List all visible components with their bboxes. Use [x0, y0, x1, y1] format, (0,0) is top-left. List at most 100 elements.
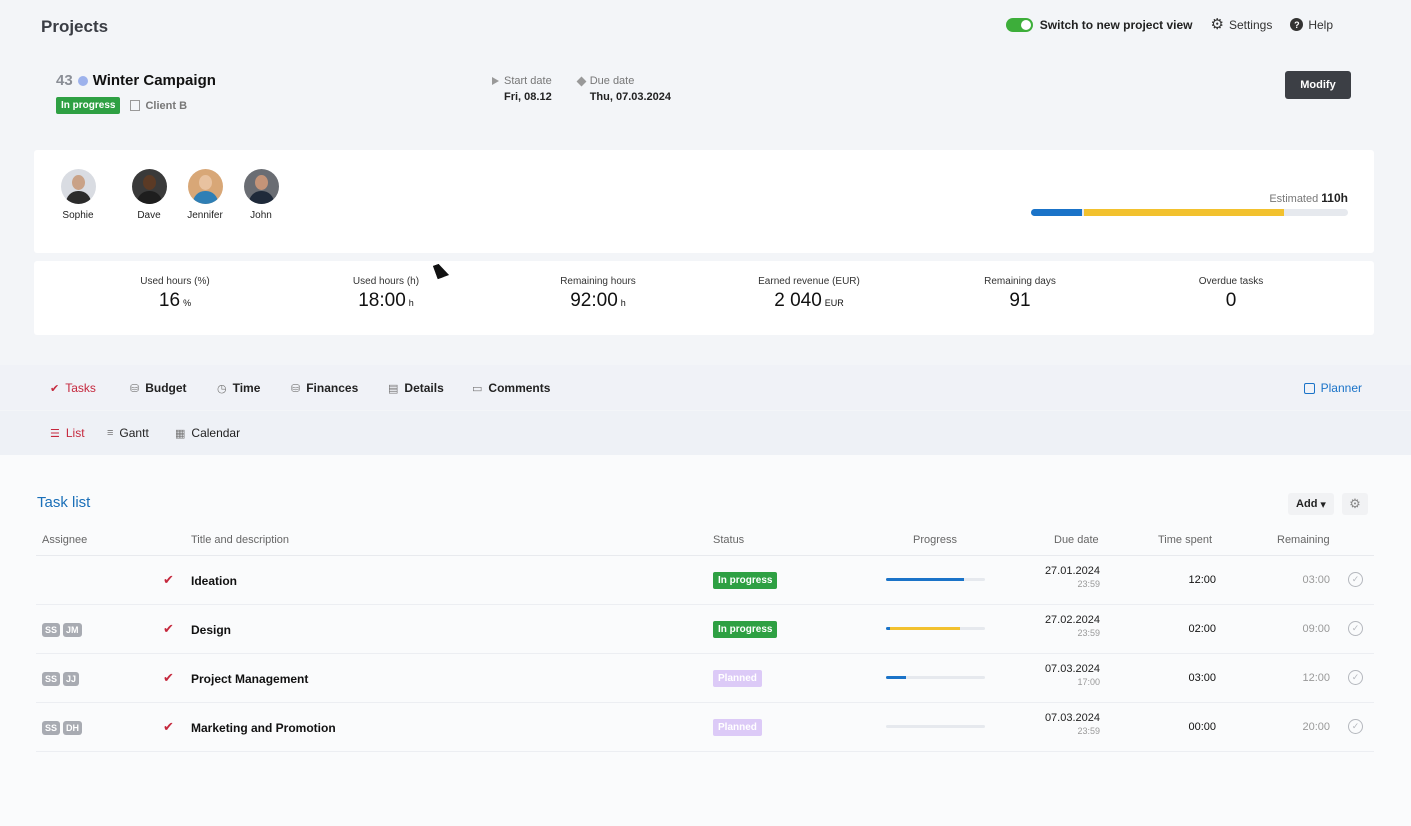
column-header-due-date[interactable]: Due date	[1054, 534, 1099, 546]
task-title[interactable]: Project Management	[191, 672, 308, 686]
task-title[interactable]: Ideation	[191, 574, 237, 588]
tab-label: Comments	[488, 381, 551, 395]
tab-time[interactable]: ◷ Time	[217, 381, 260, 395]
estimated-label: Estimated	[1269, 193, 1319, 205]
stat-value: 92:00	[570, 290, 618, 311]
check-icon: ✔	[163, 719, 174, 734]
member-name: John	[250, 210, 272, 221]
add-button[interactable]: Add ▾	[1288, 493, 1334, 515]
task-title[interactable]: Design	[191, 623, 231, 637]
estimated-planned-segment	[1084, 209, 1284, 216]
check-icon: ✔	[163, 670, 174, 685]
caret-down-icon: ▾	[1320, 498, 1326, 511]
column-header-title[interactable]: Title and description	[191, 534, 289, 546]
tab-label: Tasks	[65, 381, 96, 395]
due-date: 27.02.2024	[1044, 614, 1100, 626]
team-member[interactable]: John	[235, 169, 287, 221]
subtab-gantt[interactable]: ≡ Gantt	[107, 426, 149, 440]
avatar	[60, 169, 96, 204]
calendar-icon: ▦	[175, 427, 186, 440]
start-date: Start date Fri, 08.12	[492, 75, 552, 103]
due-time: 17:00	[1077, 677, 1100, 687]
play-icon	[492, 77, 499, 85]
help-icon: ?	[1290, 18, 1304, 31]
table-row[interactable]: SS DH ✔ Marketing and Promotion Planned 07.03…	[36, 703, 1374, 752]
help-label: Help	[1308, 17, 1333, 32]
complete-task-icon[interactable]: ✓	[1348, 670, 1363, 685]
table-row[interactable]: SS JM ✔ Design In progress 27.02.2024 23:59 02:…	[36, 605, 1374, 654]
assignee-list[interactable]: SS JM	[42, 623, 82, 637]
project-dates: Start date Fri, 08.12 Due date Thu, 07.0…	[492, 75, 671, 103]
status-badge[interactable]: Planned	[713, 719, 762, 736]
tab-budget[interactable]: ⛁ Budget	[130, 381, 187, 395]
progress-bar	[886, 627, 985, 630]
team-panel: Sophie Dave Jennifer John Estimated 110h	[34, 150, 1374, 253]
stats-panel: Used hours (%) 16% Used hours (h) 18:00 h…	[34, 261, 1374, 335]
progress-used-segment	[886, 676, 906, 679]
table-row[interactable]: SS JJ ✔ Project Management Planned 07.03.2024…	[36, 654, 1374, 703]
help-link[interactable]: ? Help	[1290, 18, 1333, 32]
complete-task-icon[interactable]: ✓	[1348, 719, 1363, 734]
estimated-value: 110h	[1321, 191, 1348, 205]
progress-used-segment	[886, 578, 964, 581]
status-badge[interactable]: In progress	[713, 572, 778, 589]
toggle-switch-icon[interactable]	[1005, 17, 1033, 32]
team-member[interactable]: Jennifer	[179, 169, 231, 221]
task-title[interactable]: Marketing and Promotion	[191, 721, 336, 735]
stat-remaining-hours: Remaining hours 92:00 h	[508, 276, 688, 312]
building-icon	[130, 100, 141, 111]
planner-link[interactable]: Planner	[1303, 381, 1362, 395]
stat-earned-revenue: Earned revenue (EUR) 2 040 EUR	[719, 276, 899, 312]
comment-icon: ▭	[472, 382, 483, 395]
team-member[interactable]: Dave	[123, 169, 175, 221]
tab-details[interactable]: ▤ Details	[388, 381, 444, 395]
gear-icon: ⚙	[1349, 496, 1361, 511]
member-name: Sophie	[62, 210, 94, 221]
gantt-icon: ≡	[107, 427, 114, 439]
task-list-section: Task list Add ▾ ⚙ Assignee Title and des…	[0, 455, 1411, 826]
subtab-calendar[interactable]: ▦ Calendar	[175, 426, 240, 440]
stat-unit: %	[183, 298, 192, 308]
modify-button[interactable]: Modify	[1285, 71, 1351, 99]
column-header-remaining[interactable]: Remaining	[1277, 534, 1330, 546]
column-header-time-spent[interactable]: Time spent	[1158, 534, 1212, 546]
task-list-title: Task list	[37, 494, 91, 511]
assignee-initials: JM	[63, 623, 82, 637]
due-time: 23:59	[1077, 726, 1100, 736]
tab-comments[interactable]: ▭ Comments	[472, 381, 550, 395]
column-header-status[interactable]: Status	[713, 534, 744, 546]
column-header-progress[interactable]: Progress	[913, 534, 957, 546]
subtab-label: Gantt	[119, 426, 149, 440]
project-client[interactable]: Client B	[130, 100, 187, 112]
tab-tasks[interactable]: ✔ Tasks	[50, 381, 96, 395]
assignee-list[interactable]: SS DH	[42, 721, 83, 735]
stat-used-hours: Used hours (h) 18:00 h	[296, 276, 476, 312]
due-date: 07.03.2024	[1044, 663, 1100, 675]
stat-label: Earned revenue (EUR)	[758, 276, 860, 287]
team-member[interactable]: Sophie	[52, 169, 104, 221]
subtab-list[interactable]: ☰ List	[50, 426, 85, 440]
progress-bar	[886, 676, 985, 679]
table-row[interactable]: ✔ Ideation In progress 27.01.2024 23:59 12:00…	[36, 556, 1374, 605]
start-date-label: Start date	[504, 75, 552, 87]
stat-remaining-days: Remaining days 91	[930, 276, 1110, 312]
due-date: Due date Thu, 07.03.2024	[576, 75, 671, 103]
settings-link[interactable]: ⚙ Settings	[1211, 17, 1273, 32]
due-time: 23:59	[1077, 628, 1100, 638]
time-spent: 12:00	[1188, 574, 1216, 586]
time-remaining: 03:00	[1302, 574, 1330, 586]
complete-task-icon[interactable]: ✓	[1348, 572, 1363, 587]
check-icon: ✔	[50, 382, 60, 395]
status-badge[interactable]: Planned	[713, 670, 762, 687]
status-badge[interactable]: In progress	[713, 621, 778, 638]
tab-label: Budget	[145, 381, 187, 395]
list-settings-button[interactable]: ⚙	[1342, 493, 1368, 515]
new-view-toggle[interactable]: Switch to new project view	[1005, 17, 1193, 32]
column-header-assignee[interactable]: Assignee	[42, 534, 87, 546]
assignee-list[interactable]: SS JJ	[42, 672, 80, 686]
settings-label: Settings	[1228, 17, 1273, 32]
complete-task-icon[interactable]: ✓	[1348, 621, 1363, 636]
tab-finances[interactable]: ⛁ Finances	[291, 381, 358, 395]
clock-icon: ◷	[217, 382, 227, 395]
stat-label: Remaining days	[984, 276, 1056, 287]
